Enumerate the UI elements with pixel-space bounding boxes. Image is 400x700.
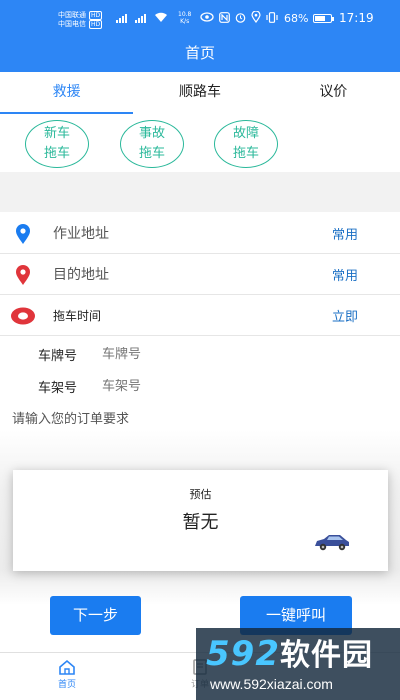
tow-time-row[interactable]: 拖车时间 立即 bbox=[0, 295, 400, 336]
tab-bargain[interactable]: 议价 bbox=[267, 72, 400, 116]
location-icon bbox=[251, 11, 261, 23]
watermark: 592软件园 www.592xiazai.com bbox=[196, 628, 400, 700]
work-address-common-link[interactable]: 常用 bbox=[332, 224, 358, 243]
work-address-label: 作业地址 bbox=[53, 226, 109, 242]
nav-home-label: 首页 bbox=[57, 680, 76, 690]
plate-row: 车牌号 bbox=[0, 338, 400, 370]
eye-icon bbox=[200, 12, 214, 22]
estimate-card: 预估 暂无 bbox=[13, 470, 388, 571]
breakdown-tow-button[interactable]: 故障 拖车 bbox=[214, 120, 278, 168]
tab-ride-along[interactable]: 顺路车 bbox=[133, 72, 266, 116]
destination-common-link[interactable]: 常用 bbox=[332, 265, 358, 284]
status-icons bbox=[200, 11, 278, 23]
carrier-2: 中国电信 bbox=[58, 20, 86, 28]
wifi-icon bbox=[155, 12, 167, 22]
hd-badge: HD bbox=[89, 11, 103, 20]
carrier-1: 中国联通 bbox=[58, 11, 86, 19]
estimate-value: 暂无 bbox=[182, 512, 219, 533]
signal-icon bbox=[116, 12, 168, 23]
plate-label: 车牌号 bbox=[38, 348, 78, 364]
status-bar: 中国联通 HD 中国电信 HD 10.8 K/s 68% 17:19 bbox=[0, 0, 400, 36]
record-icon bbox=[11, 307, 35, 325]
estimate-title: 预估 bbox=[189, 488, 212, 501]
alarm-icon bbox=[235, 12, 246, 23]
frame-label: 车架号 bbox=[38, 380, 78, 396]
frame-input[interactable] bbox=[102, 378, 302, 394]
top-bar: 中国联通 HD 中国电信 HD 10.8 K/s 68% 17:19 首页 bbox=[0, 0, 400, 72]
nfc-icon bbox=[219, 11, 230, 23]
service-options: 新车 拖车 事故 拖车 故障 拖车 bbox=[0, 116, 400, 172]
tab-bar: 救援 顺路车 议价 bbox=[0, 72, 400, 116]
accident-tow-button[interactable]: 事故 拖车 bbox=[120, 120, 184, 168]
car-icon bbox=[315, 535, 349, 551]
hd-badge-2: HD bbox=[89, 20, 103, 29]
status-time: 17:19 bbox=[339, 11, 374, 25]
home-icon bbox=[59, 659, 75, 675]
plate-input[interactable] bbox=[102, 346, 302, 362]
watermark-logo: 592软件园 bbox=[206, 634, 373, 674]
battery-percent: 68% bbox=[284, 12, 309, 25]
tab-rescue[interactable]: 救援 bbox=[0, 72, 134, 116]
work-address-row[interactable]: 作业地址 常用 bbox=[0, 213, 400, 254]
app-screen: 中国联通 HD 中国电信 HD 10.8 K/s 68% 17:19 首页 救援… bbox=[0, 0, 400, 700]
order-requirement-input[interactable]: 请输入您的订单要求 bbox=[12, 408, 129, 427]
destination-row[interactable]: 目的地址 常用 bbox=[0, 254, 400, 295]
location-pin-red-icon bbox=[16, 265, 30, 285]
vibrate-icon bbox=[266, 11, 278, 23]
tow-time-label: 拖车时间 bbox=[53, 308, 102, 323]
frame-row: 车架号 bbox=[0, 370, 400, 402]
carrier-info: 中国联通 HD 中国电信 HD bbox=[58, 11, 103, 29]
location-pin-blue-icon bbox=[16, 224, 30, 244]
section-divider bbox=[0, 172, 400, 212]
page-title: 首页 bbox=[184, 44, 215, 62]
watermark-url: www.592xiazai.com bbox=[210, 676, 333, 692]
tow-time-immediate-link[interactable]: 立即 bbox=[332, 306, 358, 325]
network-speed: 10.8 K/s bbox=[178, 11, 192, 25]
battery-icon bbox=[313, 14, 334, 23]
new-car-tow-button[interactable]: 新车 拖车 bbox=[25, 120, 89, 168]
destination-label: 目的地址 bbox=[53, 267, 109, 283]
next-step-button[interactable]: 下一步 bbox=[50, 596, 141, 635]
battery-fill bbox=[315, 16, 326, 21]
nav-home[interactable]: 首页 bbox=[37, 659, 97, 690]
